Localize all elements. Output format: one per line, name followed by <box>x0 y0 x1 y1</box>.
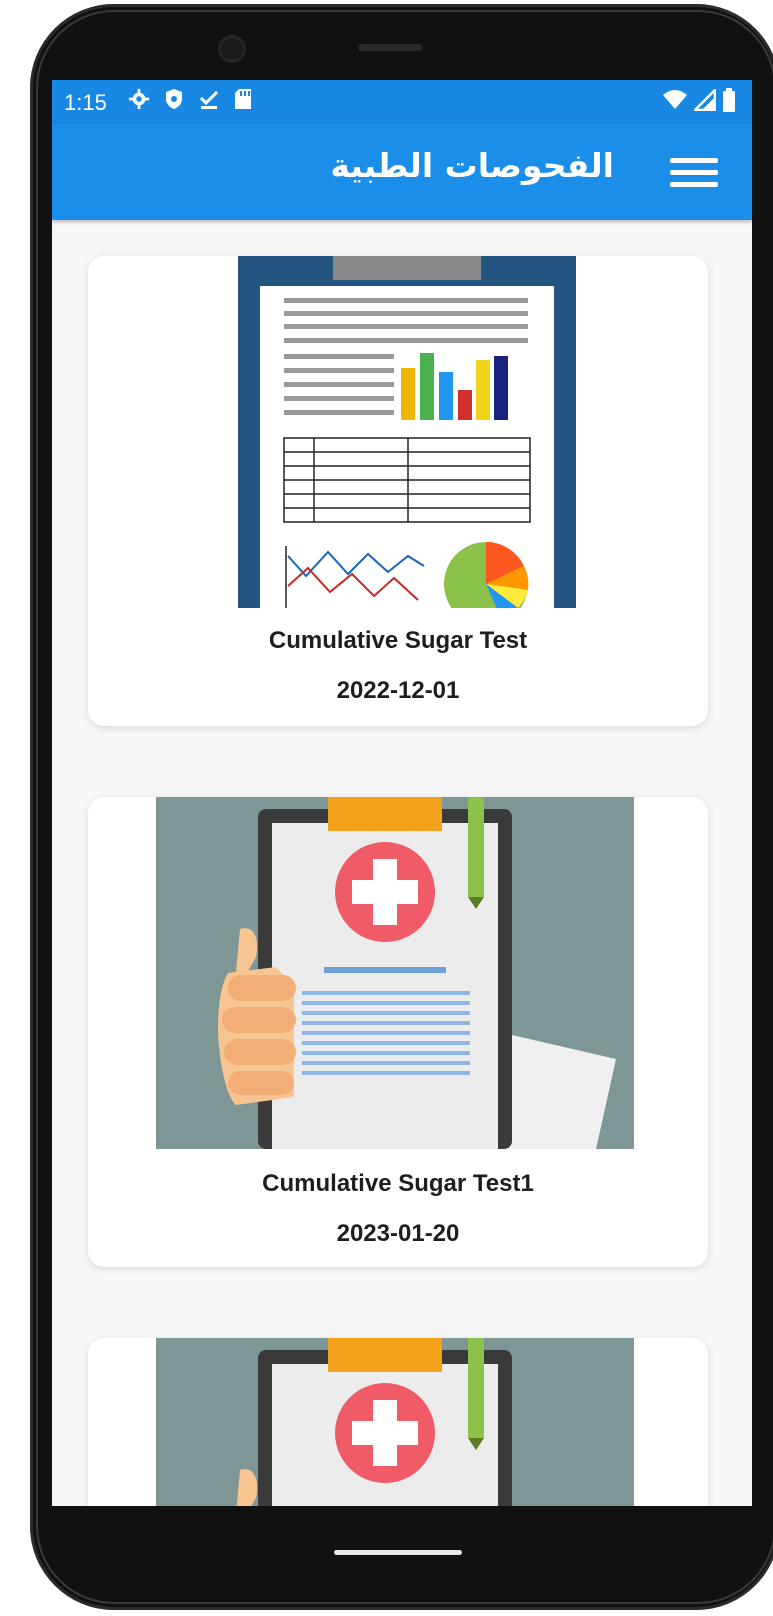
test-card[interactable]: Cumulative Sugar Test1 2023-01-20 <box>88 797 708 1267</box>
wifi-icon <box>663 90 687 109</box>
app-screen: 1:15 الفحوصات الطبية Cumulative Sugar Te… <box>52 80 752 1506</box>
menu-icon-bar <box>670 170 718 175</box>
medical-clipboard-image <box>156 797 634 1149</box>
battery-icon <box>723 88 735 112</box>
test-card[interactable] <box>88 1338 708 1506</box>
status-icons-left <box>128 88 252 110</box>
settings-icon <box>128 88 150 110</box>
report-clipboard-image <box>238 256 576 608</box>
card-date: 2022-12-01 <box>336 677 460 704</box>
download-done-icon <box>199 90 219 109</box>
home-gesture-bar[interactable] <box>334 1550 462 1555</box>
app-bar: الفحوصات الطبية <box>52 124 752 220</box>
status-icons-right <box>662 88 736 112</box>
menu-icon-bar <box>670 182 718 187</box>
menu-button[interactable] <box>670 158 718 188</box>
medical-clipboard-image <box>156 1338 634 1506</box>
card-date: 2023-01-20 <box>336 1220 460 1247</box>
card-title: Cumulative Sugar Test1 <box>262 1170 534 1197</box>
page-title: الفحوصات الطبية <box>330 146 614 185</box>
card-title: Cumulative Sugar Test <box>268 627 528 654</box>
shield-icon <box>166 89 182 109</box>
status-time: 1:15 <box>64 90 107 115</box>
menu-icon-bar <box>670 158 718 163</box>
earpiece-speaker <box>358 44 422 51</box>
front-camera <box>221 38 243 60</box>
test-card[interactable]: Cumulative Sugar Test 2022-12-01 <box>88 256 708 726</box>
status-bar: 1:15 <box>52 80 752 124</box>
sd-card-icon <box>235 89 251 109</box>
signal-icon <box>694 89 716 111</box>
